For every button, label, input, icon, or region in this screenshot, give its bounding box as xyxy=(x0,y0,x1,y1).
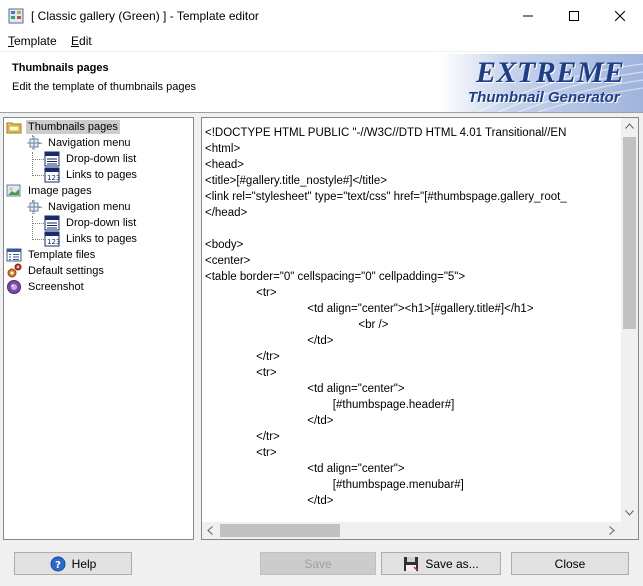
header-title: Thumbnails pages xyxy=(12,62,109,74)
code-text[interactable]: <!DOCTYPE HTML PUBLIC "-//W3C//DTD HTML … xyxy=(205,125,620,509)
tree-item-links-to-pages[interactable]: 123 Links to pages xyxy=(44,167,139,183)
code-line[interactable]: <body> xyxy=(205,237,620,253)
code-line[interactable]: </td> xyxy=(205,413,620,429)
navigation-icon xyxy=(27,136,41,150)
save-as-button[interactable]: Save as... xyxy=(381,552,501,575)
tree-item-image-links-to-pages[interactable]: 123 Links to pages xyxy=(44,231,139,247)
minimize-button[interactable] xyxy=(505,0,551,31)
close-icon xyxy=(615,10,625,21)
code-line[interactable]: </td> xyxy=(205,333,620,349)
template-tree[interactable]: Thumbnails pages Navigation menu Drop-do… xyxy=(3,117,194,540)
code-line[interactable]: <td align="center"> xyxy=(205,381,620,397)
code-line[interactable]: <link rel="stylesheet" type="text/css" h… xyxy=(205,189,620,205)
svg-text:123: 123 xyxy=(47,174,60,182)
code-line[interactable]: </td> xyxy=(205,493,620,509)
tree-item-thumbnails-pages[interactable]: Thumbnails pages xyxy=(6,119,120,135)
settings-icon xyxy=(7,263,22,278)
code-line[interactable]: <html> xyxy=(205,141,620,157)
tree-item-image-dropdown-list[interactable]: Drop-down list xyxy=(44,215,138,231)
scroll-left-icon xyxy=(207,526,213,535)
minimize-icon xyxy=(523,15,533,16)
tree-item-navigation-menu[interactable]: Navigation menu xyxy=(26,135,133,151)
help-icon: ? xyxy=(50,556,66,571)
svg-text:?: ? xyxy=(55,560,61,571)
code-line[interactable]: <tr> xyxy=(205,445,620,461)
vertical-scroll-thumb[interactable] xyxy=(623,137,636,329)
horizontal-scroll-thumb[interactable] xyxy=(220,524,340,537)
code-line[interactable]: </tr> xyxy=(205,349,620,365)
scroll-right-icon xyxy=(609,526,615,535)
menu-bar: Template Edit xyxy=(0,31,643,52)
folder-icon xyxy=(6,122,22,134)
save-button[interactable]: Save xyxy=(260,552,376,575)
dropdown-list-icon xyxy=(44,215,60,231)
dropdown-list-icon xyxy=(44,151,60,167)
template-code-editor[interactable]: <!DOCTYPE HTML PUBLIC "-//W3C//DTD HTML … xyxy=(201,117,639,540)
tree-item-screenshot[interactable]: Screenshot xyxy=(6,279,86,295)
scrollbar-corner xyxy=(621,522,638,539)
code-line[interactable]: <tr> xyxy=(205,365,620,381)
header-panel: Thumbnails pages Edit the template of th… xyxy=(0,52,643,113)
scroll-up-icon xyxy=(625,123,634,129)
tree-item-dropdown-list[interactable]: Drop-down list xyxy=(44,151,138,167)
page-links-icon: 123 xyxy=(44,167,60,183)
header-subtitle: Edit the template of thumbnails pages xyxy=(12,81,197,93)
code-line[interactable]: [#thumbspage.header#] xyxy=(205,397,620,413)
navigation-icon xyxy=(27,200,41,214)
vertical-scrollbar[interactable] xyxy=(621,118,638,522)
code-line[interactable]: <center> xyxy=(205,253,620,269)
tree-item-image-navigation-menu[interactable]: Navigation menu xyxy=(26,199,133,215)
code-line[interactable]: <table border="0" cellspacing="0" cellpa… xyxy=(205,269,620,285)
window-title: [ Classic gallery (Green) ] - Template e… xyxy=(31,9,259,23)
logo-subtitle: Thumbnail Generator xyxy=(468,89,620,106)
code-line[interactable]: <title>[#gallery.title_nostyle#]</title> xyxy=(205,173,620,189)
code-line[interactable]: </head> xyxy=(205,205,620,221)
code-line[interactable]: </tr> xyxy=(205,429,620,445)
tree-item-default-settings[interactable]: Default settings xyxy=(6,263,106,279)
title-bar: [ Classic gallery (Green) ] - Template e… xyxy=(0,0,643,31)
svg-text:123: 123 xyxy=(47,238,60,246)
tree-item-template-files[interactable]: Template files xyxy=(6,247,97,263)
template-files-icon xyxy=(6,248,22,262)
code-line[interactable]: <head> xyxy=(205,157,620,173)
screenshot-icon xyxy=(7,280,21,294)
horizontal-scrollbar[interactable] xyxy=(202,522,621,539)
close-window-button[interactable] xyxy=(597,0,643,31)
app-icon[interactable] xyxy=(8,8,24,24)
code-line[interactable]: <td align="center"> xyxy=(205,461,620,477)
code-line[interactable]: <tr> xyxy=(205,285,620,301)
code-line[interactable] xyxy=(205,221,620,237)
menu-edit[interactable]: Edit xyxy=(71,34,92,48)
code-line[interactable]: <br /> xyxy=(205,317,620,333)
code-line[interactable]: <td align="center"><h1>[#gallery.title#]… xyxy=(205,301,620,317)
help-button[interactable]: ? Help xyxy=(14,552,132,575)
menu-template[interactable]: Template xyxy=(8,34,57,48)
code-line[interactable]: [#thumbspage.menubar#] xyxy=(205,477,620,493)
maximize-icon xyxy=(569,10,579,21)
maximize-button[interactable] xyxy=(551,0,597,31)
image-pages-icon xyxy=(6,184,21,197)
close-button[interactable]: Close xyxy=(511,552,629,575)
code-line[interactable]: <!DOCTYPE HTML PUBLIC "-//W3C//DTD HTML … xyxy=(205,125,620,141)
page-links-icon: 123 xyxy=(44,231,60,247)
floppy-disk-icon xyxy=(404,556,419,572)
logo-title: EXTREME xyxy=(476,56,625,89)
tree-item-image-pages[interactable]: Image pages xyxy=(6,183,94,199)
logo: EXTREME Thumbnail Generator xyxy=(438,54,643,113)
scroll-down-icon xyxy=(625,510,634,516)
